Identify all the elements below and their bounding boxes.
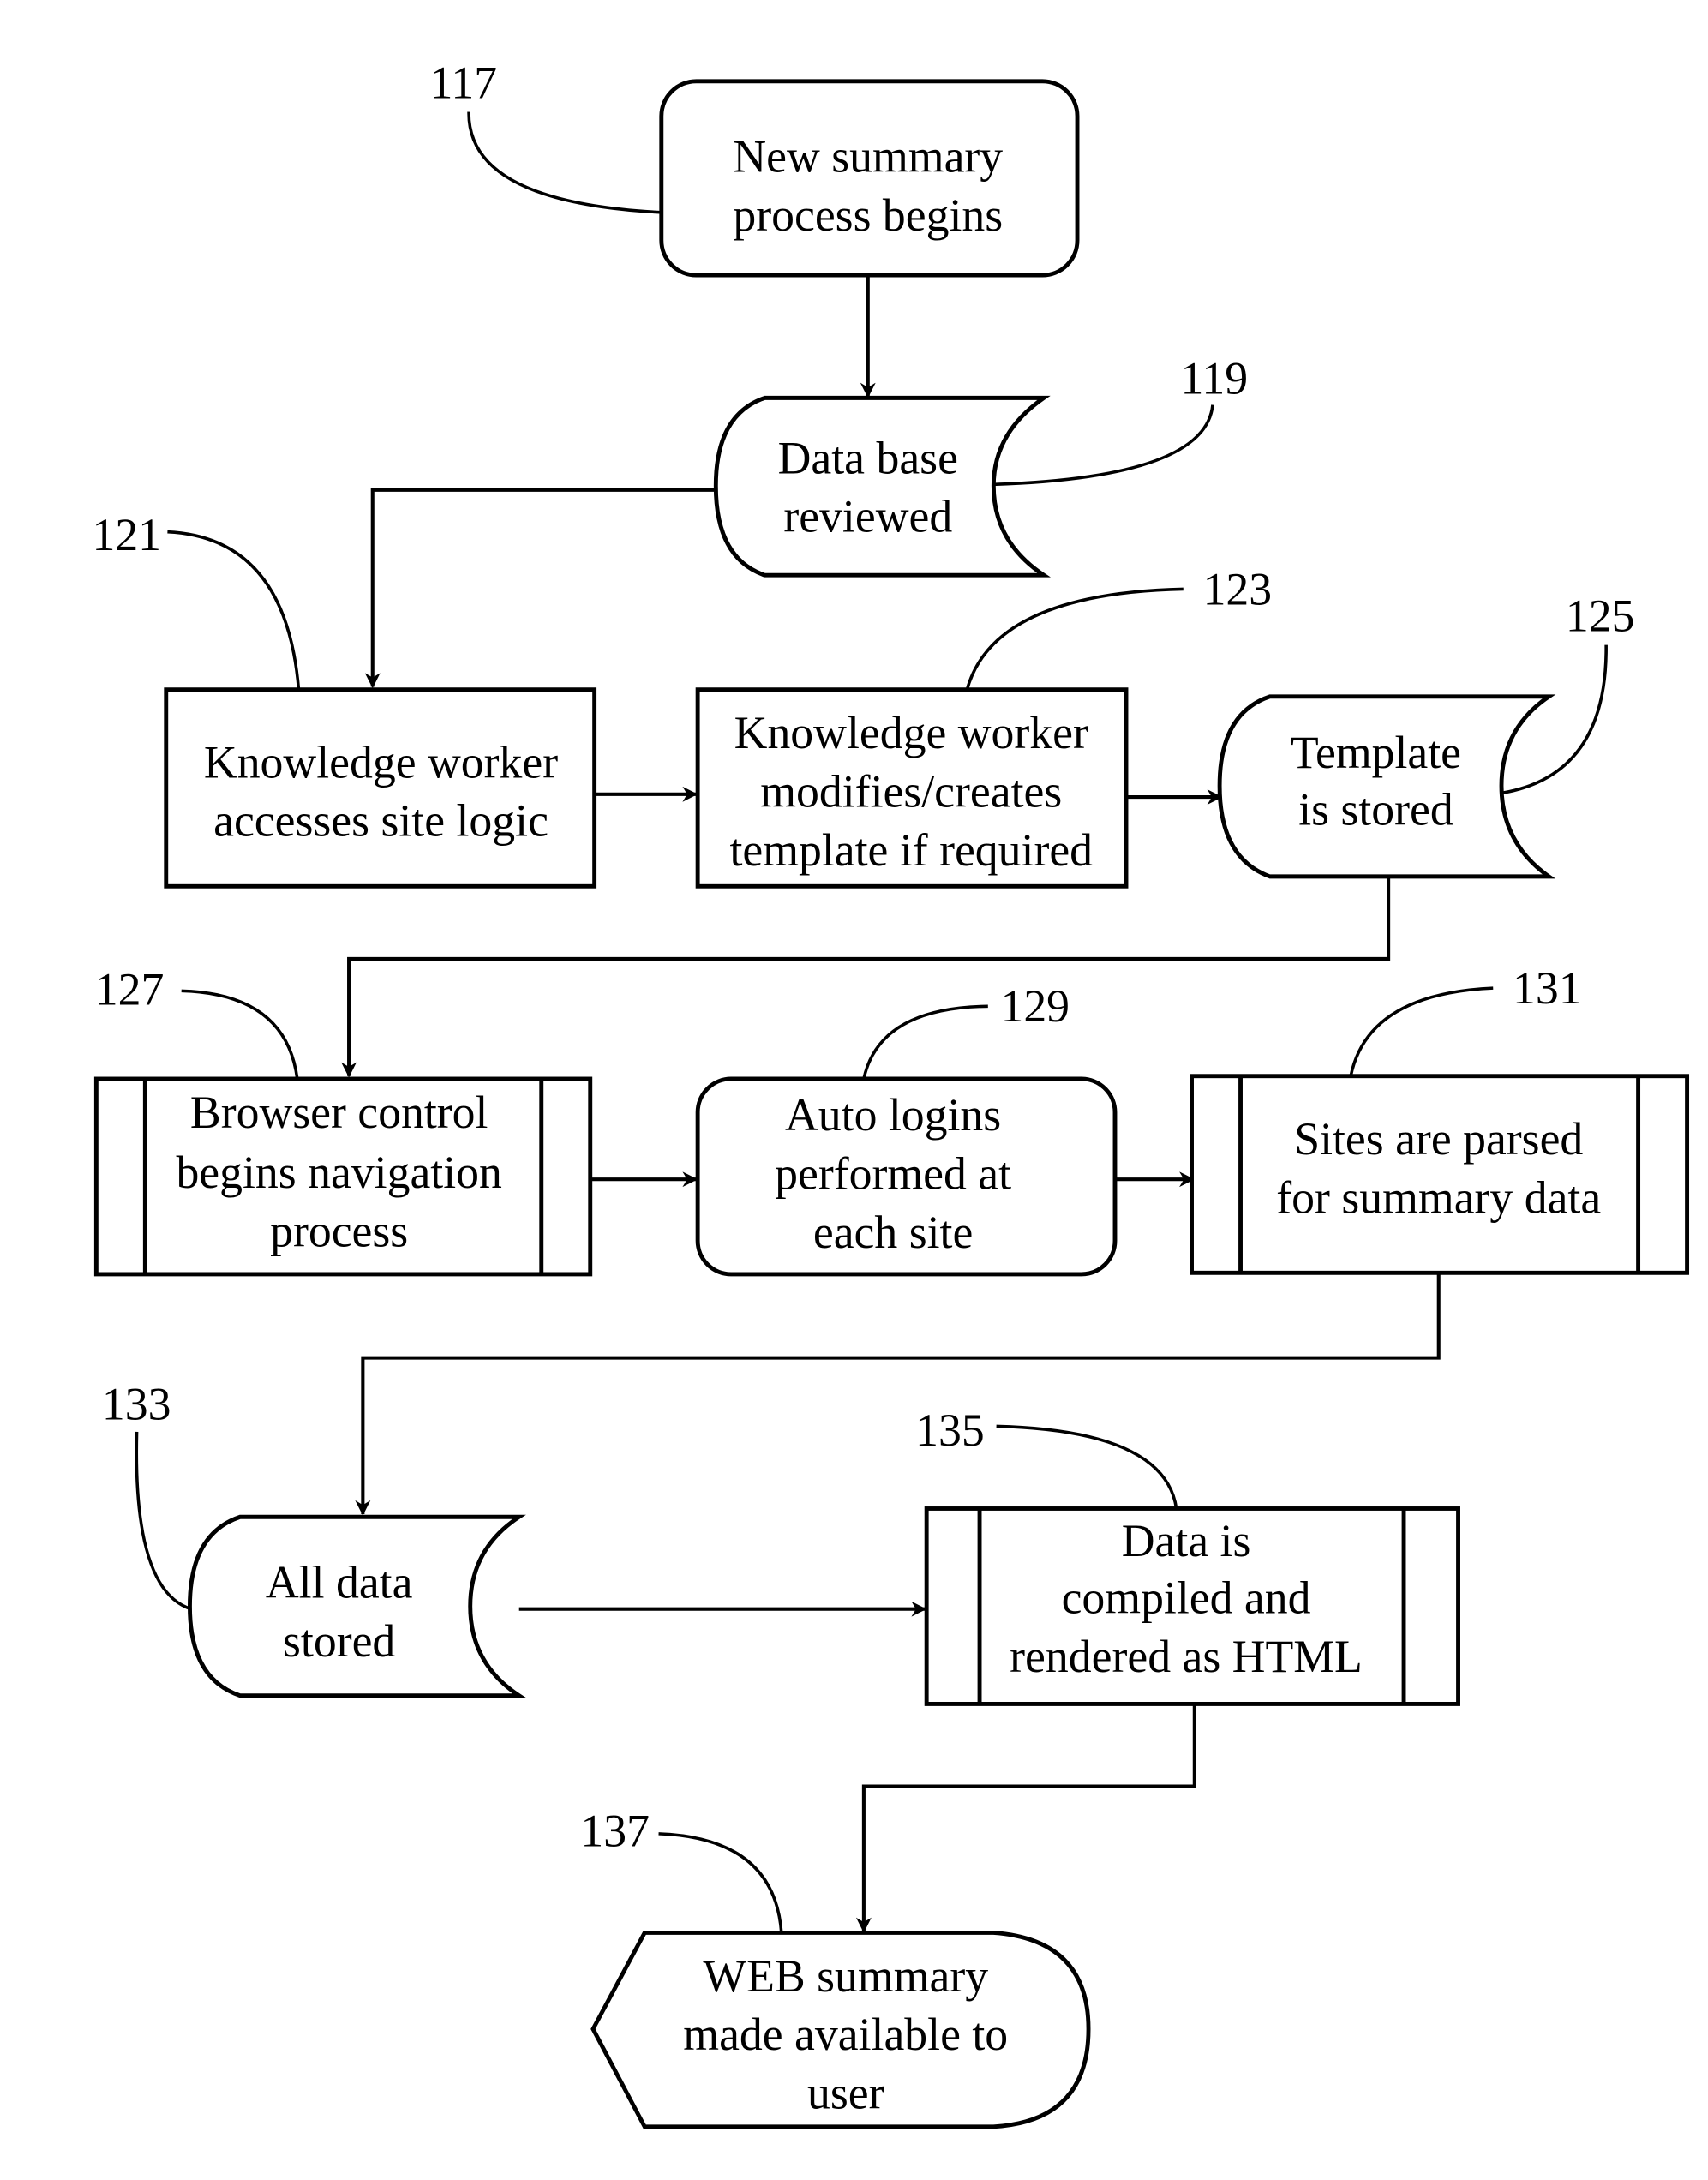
- ref-label-131: 131: [1513, 962, 1582, 1014]
- node-129-line-3: each site: [813, 1207, 973, 1258]
- arrow-119-to-121: [364, 488, 719, 689]
- node-137-line-3: user: [807, 2068, 884, 2119]
- ref-label-123: 123: [1203, 563, 1273, 614]
- node-123-modifies-template: Knowledge worker modifies/creates templa…: [695, 687, 1129, 889]
- node-125-line-1: Template: [1291, 727, 1461, 778]
- node-125-line-2: is stored: [1298, 784, 1453, 835]
- node-133-line-1: All data: [266, 1557, 413, 1608]
- node-131-line-2: for summary data: [1276, 1171, 1601, 1223]
- ref-label-125: 125: [1566, 590, 1635, 641]
- node-129-auto-logins: Auto logins performed at each site: [695, 1076, 1118, 1277]
- node-135-line-1: Data is: [1122, 1515, 1251, 1566]
- leader-133: [135, 1431, 192, 1611]
- node-123-line-3: template if required: [729, 824, 1093, 876]
- node-121-line-1: Knowledge worker: [204, 736, 558, 788]
- node-119-line-1: Data base: [778, 432, 958, 483]
- arrow-131-to-133: [355, 1273, 1441, 1516]
- node-125-template-stored: Template is stored: [1217, 694, 1556, 879]
- node-137-line-2: made available to: [683, 2009, 1008, 2060]
- node-131-line-1: Sites are parsed: [1294, 1113, 1583, 1165]
- node-135-compiled-html: Data is compiled and rendered as HTML: [924, 1506, 1460, 1706]
- node-127-browser-control: Browser control begins navigation proces…: [93, 1076, 593, 1277]
- node-133-all-data-stored: All data stored: [188, 1514, 526, 1698]
- leader-123: [965, 587, 1184, 691]
- ref-label-137: 137: [580, 1806, 650, 1857]
- node-121-line-2: accesses site logic: [213, 795, 548, 847]
- leader-131: [1349, 986, 1494, 1077]
- node-117-line-1: New summary: [733, 131, 1003, 183]
- arrow-135-to-137: [855, 1704, 1196, 1933]
- node-127-line-2: begins navigation: [176, 1147, 502, 1198]
- ref-label-133: 133: [102, 1378, 171, 1429]
- node-135-line-2: compiled and: [1062, 1572, 1311, 1624]
- node-123-line-2: modifies/creates: [760, 765, 1062, 817]
- ref-label-121: 121: [92, 509, 161, 560]
- ref-label-119: 119: [1181, 352, 1249, 404]
- node-137-line-1: WEB summary: [703, 1950, 988, 2002]
- ref-label-127: 127: [95, 964, 165, 1015]
- ref-label-129: 129: [1000, 980, 1070, 1032]
- ref-label-117: 117: [430, 57, 498, 108]
- node-123-line-1: Knowledge worker: [734, 707, 1088, 758]
- leader-117: [467, 111, 662, 214]
- flowchart: New summary process begins Data base rev…: [92, 57, 1690, 2129]
- leader-137: [658, 1832, 783, 1933]
- node-129-line-1: Auto logins: [785, 1089, 1001, 1141]
- node-131-sites-parsed: Sites are parsed for summary data: [1190, 1074, 1690, 1275]
- node-127-line-1: Browser control: [190, 1087, 488, 1138]
- leader-127: [181, 989, 299, 1080]
- arrow-125-to-127: [341, 876, 1391, 1078]
- leader-119: [993, 404, 1214, 487]
- leader-135: [996, 1424, 1178, 1509]
- node-127-line-3: process: [270, 1205, 408, 1256]
- node-119-line-2: reviewed: [783, 491, 952, 542]
- node-119-database-reviewed: Data base reviewed: [713, 395, 1052, 578]
- node-121-accesses-site-logic: Knowledge worker accesses site logic: [164, 687, 597, 889]
- leader-121: [167, 530, 301, 690]
- node-117-new-summary: New summary process begins: [659, 79, 1080, 278]
- node-137-web-summary: WEB summary made available to user: [590, 1931, 1091, 2129]
- node-129-line-2: performed at: [775, 1148, 1011, 1200]
- node-135-line-3: rendered as HTML: [1010, 1631, 1363, 1682]
- node-133-line-2: stored: [283, 1615, 395, 1667]
- leader-129: [862, 1004, 988, 1080]
- node-117-line-2: process begins: [733, 189, 1003, 241]
- ref-label-135: 135: [915, 1404, 985, 1456]
